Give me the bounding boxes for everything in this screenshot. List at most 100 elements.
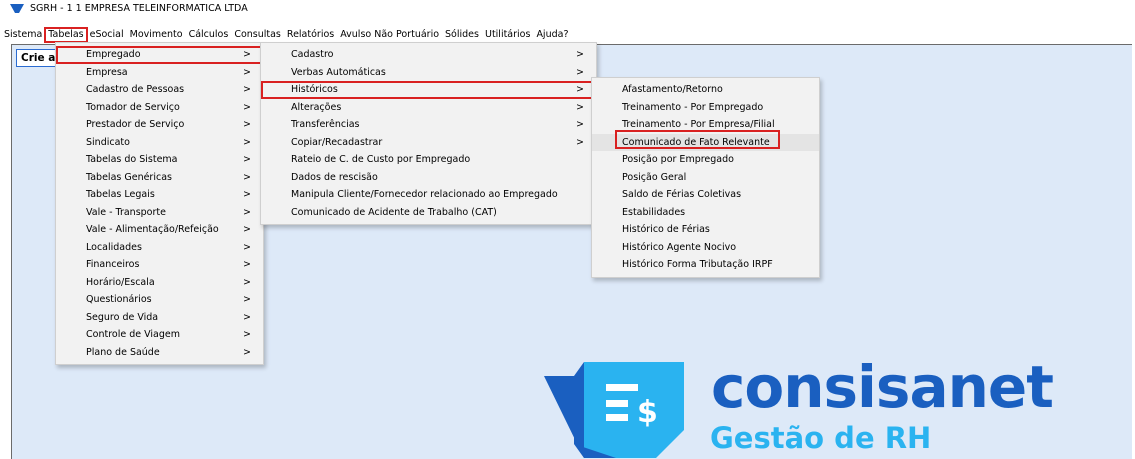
menu1-item-label: Tomador de Serviço	[86, 101, 180, 113]
menu2-item-label: Comunicado de Acidente de Trabalho (CAT)	[291, 206, 497, 218]
menu1-item-label: Horário/Escala	[86, 276, 155, 288]
menu3-item-label: Histórico de Férias	[622, 224, 710, 235]
submenu-arrow-icon: >	[243, 101, 251, 113]
menu3-item-posicao-geral[interactable]: Posição Geral	[592, 169, 819, 187]
menu3-item-label: Estabilidades	[622, 206, 686, 218]
menu1-item-empregado[interactable]: Empregado >	[56, 46, 263, 64]
submenu-arrow-icon: >	[243, 311, 251, 323]
logo-subtitle: Gestão de RH	[710, 421, 932, 455]
menu1-item-label: Seguro de Vida	[86, 311, 159, 323]
svg-text:$: $	[637, 395, 658, 430]
menu1-item-controle-viagem[interactable]: Controle de Viagem >	[56, 326, 263, 344]
menu2-item-label: Dados de rescisão	[291, 171, 378, 183]
menu1-item-sindicato[interactable]: Sindicato >	[56, 134, 263, 152]
menu3-item-estabilidades[interactable]: Estabilidades	[592, 204, 819, 222]
menu3-item-saldo-ferias[interactable]: Saldo de Férias Coletivas	[592, 186, 819, 204]
menu1-item-label: Prestador de Serviço	[86, 119, 185, 130]
menu3-item-afastamento[interactable]: Afastamento/Retorno	[592, 81, 819, 99]
submenu-arrow-icon: >	[243, 171, 251, 183]
menu2-item-alteracoes[interactable]: Alterações >	[261, 99, 596, 117]
menu1-item-label: Empresa	[86, 66, 128, 78]
menu3-item-historico-irpf[interactable]: Histórico Forma Tributação IRPF	[592, 256, 819, 274]
menu1-item-questionarios[interactable]: Questionários >	[56, 291, 263, 309]
menu2-item-dados-rescisao[interactable]: Dados de rescisão	[261, 169, 596, 187]
submenu-arrow-icon: >	[243, 66, 251, 78]
menu1-item-tomador[interactable]: Tomador de Serviço >	[56, 99, 263, 117]
menu-esocial[interactable]: eSocial	[87, 28, 127, 42]
menu3-item-posicao-empregado[interactable]: Posição por Empregado	[592, 151, 819, 169]
menu1-item-label: Tabelas Legais	[86, 189, 155, 200]
menu2-item-label: Manipula Cliente/Fornecedor relacionado …	[291, 189, 558, 200]
menu-relatorios[interactable]: Relatórios	[284, 28, 337, 42]
menu2-item-cadastro[interactable]: Cadastro >	[261, 46, 596, 64]
submenu-arrow-icon: >	[243, 294, 251, 305]
submenu-arrow-icon: >	[243, 49, 251, 60]
menu2-item-label: Copiar/Recadastrar	[291, 136, 383, 148]
menu-ajuda[interactable]: Ajuda?	[533, 28, 571, 42]
menu2-item-label: Rateio de C. de Custo por Empregado	[291, 154, 471, 165]
menu1-item-empresa[interactable]: Empresa >	[56, 64, 263, 82]
menu1-item-label: Tabelas do Sistema	[86, 154, 178, 165]
submenu-arrow-icon: >	[576, 49, 584, 60]
menu-bar: Sistema Tabelas eSocial Movimento Cálcul…	[0, 27, 1135, 43]
logo-brand: consisanet	[711, 353, 1054, 421]
submenu-arrow-icon: >	[576, 84, 584, 95]
menu1-item-cadastro-pessoas[interactable]: Cadastro de Pessoas >	[56, 81, 263, 99]
menu3-item-label: Histórico Forma Tributação IRPF	[622, 259, 773, 270]
menu-avulso[interactable]: Avulso Não Portuário	[337, 28, 442, 42]
menu2-item-copiar[interactable]: Copiar/Recadastrar >	[261, 134, 596, 152]
submenu-arrow-icon: >	[243, 206, 251, 218]
empregado-submenu: Cadastro > Verbas Automáticas > Históricos…	[260, 42, 597, 225]
menu-consultas[interactable]: Consultas	[231, 28, 284, 42]
menu1-item-label: Vale - Transporte	[86, 206, 166, 218]
menu1-item-label: Questionários	[86, 294, 152, 305]
submenu-arrow-icon: >	[576, 136, 584, 148]
menu2-item-label: Transferências	[291, 119, 360, 130]
menu1-item-tabelas-legais[interactable]: Tabelas Legais >	[56, 186, 263, 204]
menu3-item-treinamento-empregado[interactable]: Treinamento - Por Empregado	[592, 99, 819, 117]
menu2-item-cat[interactable]: Comunicado de Acidente de Trabalho (CAT)	[261, 204, 596, 222]
menu1-item-vale-alimentacao[interactable]: Vale - Alimentação/Refeição >	[56, 221, 263, 239]
menu-utilitarios[interactable]: Utilitários	[482, 28, 533, 42]
menu2-item-historicos[interactable]: Históricos >	[261, 81, 596, 99]
logo-icon: $	[544, 362, 684, 458]
menu3-item-historico-ferias[interactable]: Histórico de Férias	[592, 221, 819, 239]
menu2-item-label: Históricos	[291, 84, 338, 95]
menu1-item-label: Plano de Saúde	[86, 346, 160, 358]
submenu-arrow-icon: >	[243, 241, 251, 253]
submenu-arrow-icon: >	[243, 259, 251, 270]
menu1-item-financeiros[interactable]: Financeiros >	[56, 256, 263, 274]
menu3-item-label: Treinamento - Por Empresa/Filial	[622, 119, 775, 130]
menu1-item-label: Controle de Viagem	[86, 329, 180, 340]
menu1-item-tabelas-sistema[interactable]: Tabelas do Sistema >	[56, 151, 263, 169]
menu1-item-vale-transporte[interactable]: Vale - Transporte >	[56, 204, 263, 222]
submenu-arrow-icon: >	[576, 66, 584, 78]
menu-sistema[interactable]: Sistema	[0, 28, 45, 42]
menu1-item-label: Vale - Alimentação/Refeição	[86, 224, 219, 235]
menu1-item-label: Cadastro de Pessoas	[86, 84, 185, 95]
menu3-item-label: Afastamento/Retorno	[622, 84, 723, 95]
menu-movimento[interactable]: Movimento	[127, 28, 186, 42]
menu1-item-localidades[interactable]: Localidades >	[56, 239, 263, 257]
menu3-item-historico-agente-nocivo[interactable]: Histórico Agente Nocivo	[592, 239, 819, 257]
crie-button[interactable]: Crie a	[16, 49, 61, 67]
menu1-item-horario-escala[interactable]: Horário/Escala >	[56, 274, 263, 292]
submenu-arrow-icon: >	[243, 84, 251, 95]
menu-calculos[interactable]: Cálculos	[186, 28, 232, 42]
menu-tabelas[interactable]: Tabelas	[44, 27, 88, 43]
title-bar: SGRH - 1 1 EMPRESA TELEINFORMATICA LTDA	[0, 0, 1135, 17]
menu2-item-transferencias[interactable]: Transferências >	[261, 116, 596, 134]
menu1-item-plano-saude[interactable]: Plano de Saúde >	[56, 344, 263, 362]
menu3-item-label: Histórico Agente Nocivo	[622, 241, 737, 253]
menu1-item-tabelas-genericas[interactable]: Tabelas Genéricas >	[56, 169, 263, 187]
menu1-item-label: Financeiros	[86, 259, 140, 270]
menu2-item-verbas[interactable]: Verbas Automáticas >	[261, 64, 596, 82]
menu-solides[interactable]: Sólides	[442, 28, 482, 42]
menu1-item-prestador[interactable]: Prestador de Serviço >	[56, 116, 263, 134]
menu1-item-seguro-vida[interactable]: Seguro de Vida >	[56, 309, 263, 327]
menu2-item-rateio[interactable]: Rateio de C. de Custo por Empregado	[261, 151, 596, 169]
menu2-item-manipula-cliente[interactable]: Manipula Cliente/Fornecedor relacionado …	[261, 186, 596, 204]
menu1-item-label: Sindicato	[86, 136, 130, 148]
submenu-arrow-icon: >	[576, 119, 584, 130]
submenu-arrow-icon: >	[243, 136, 251, 148]
